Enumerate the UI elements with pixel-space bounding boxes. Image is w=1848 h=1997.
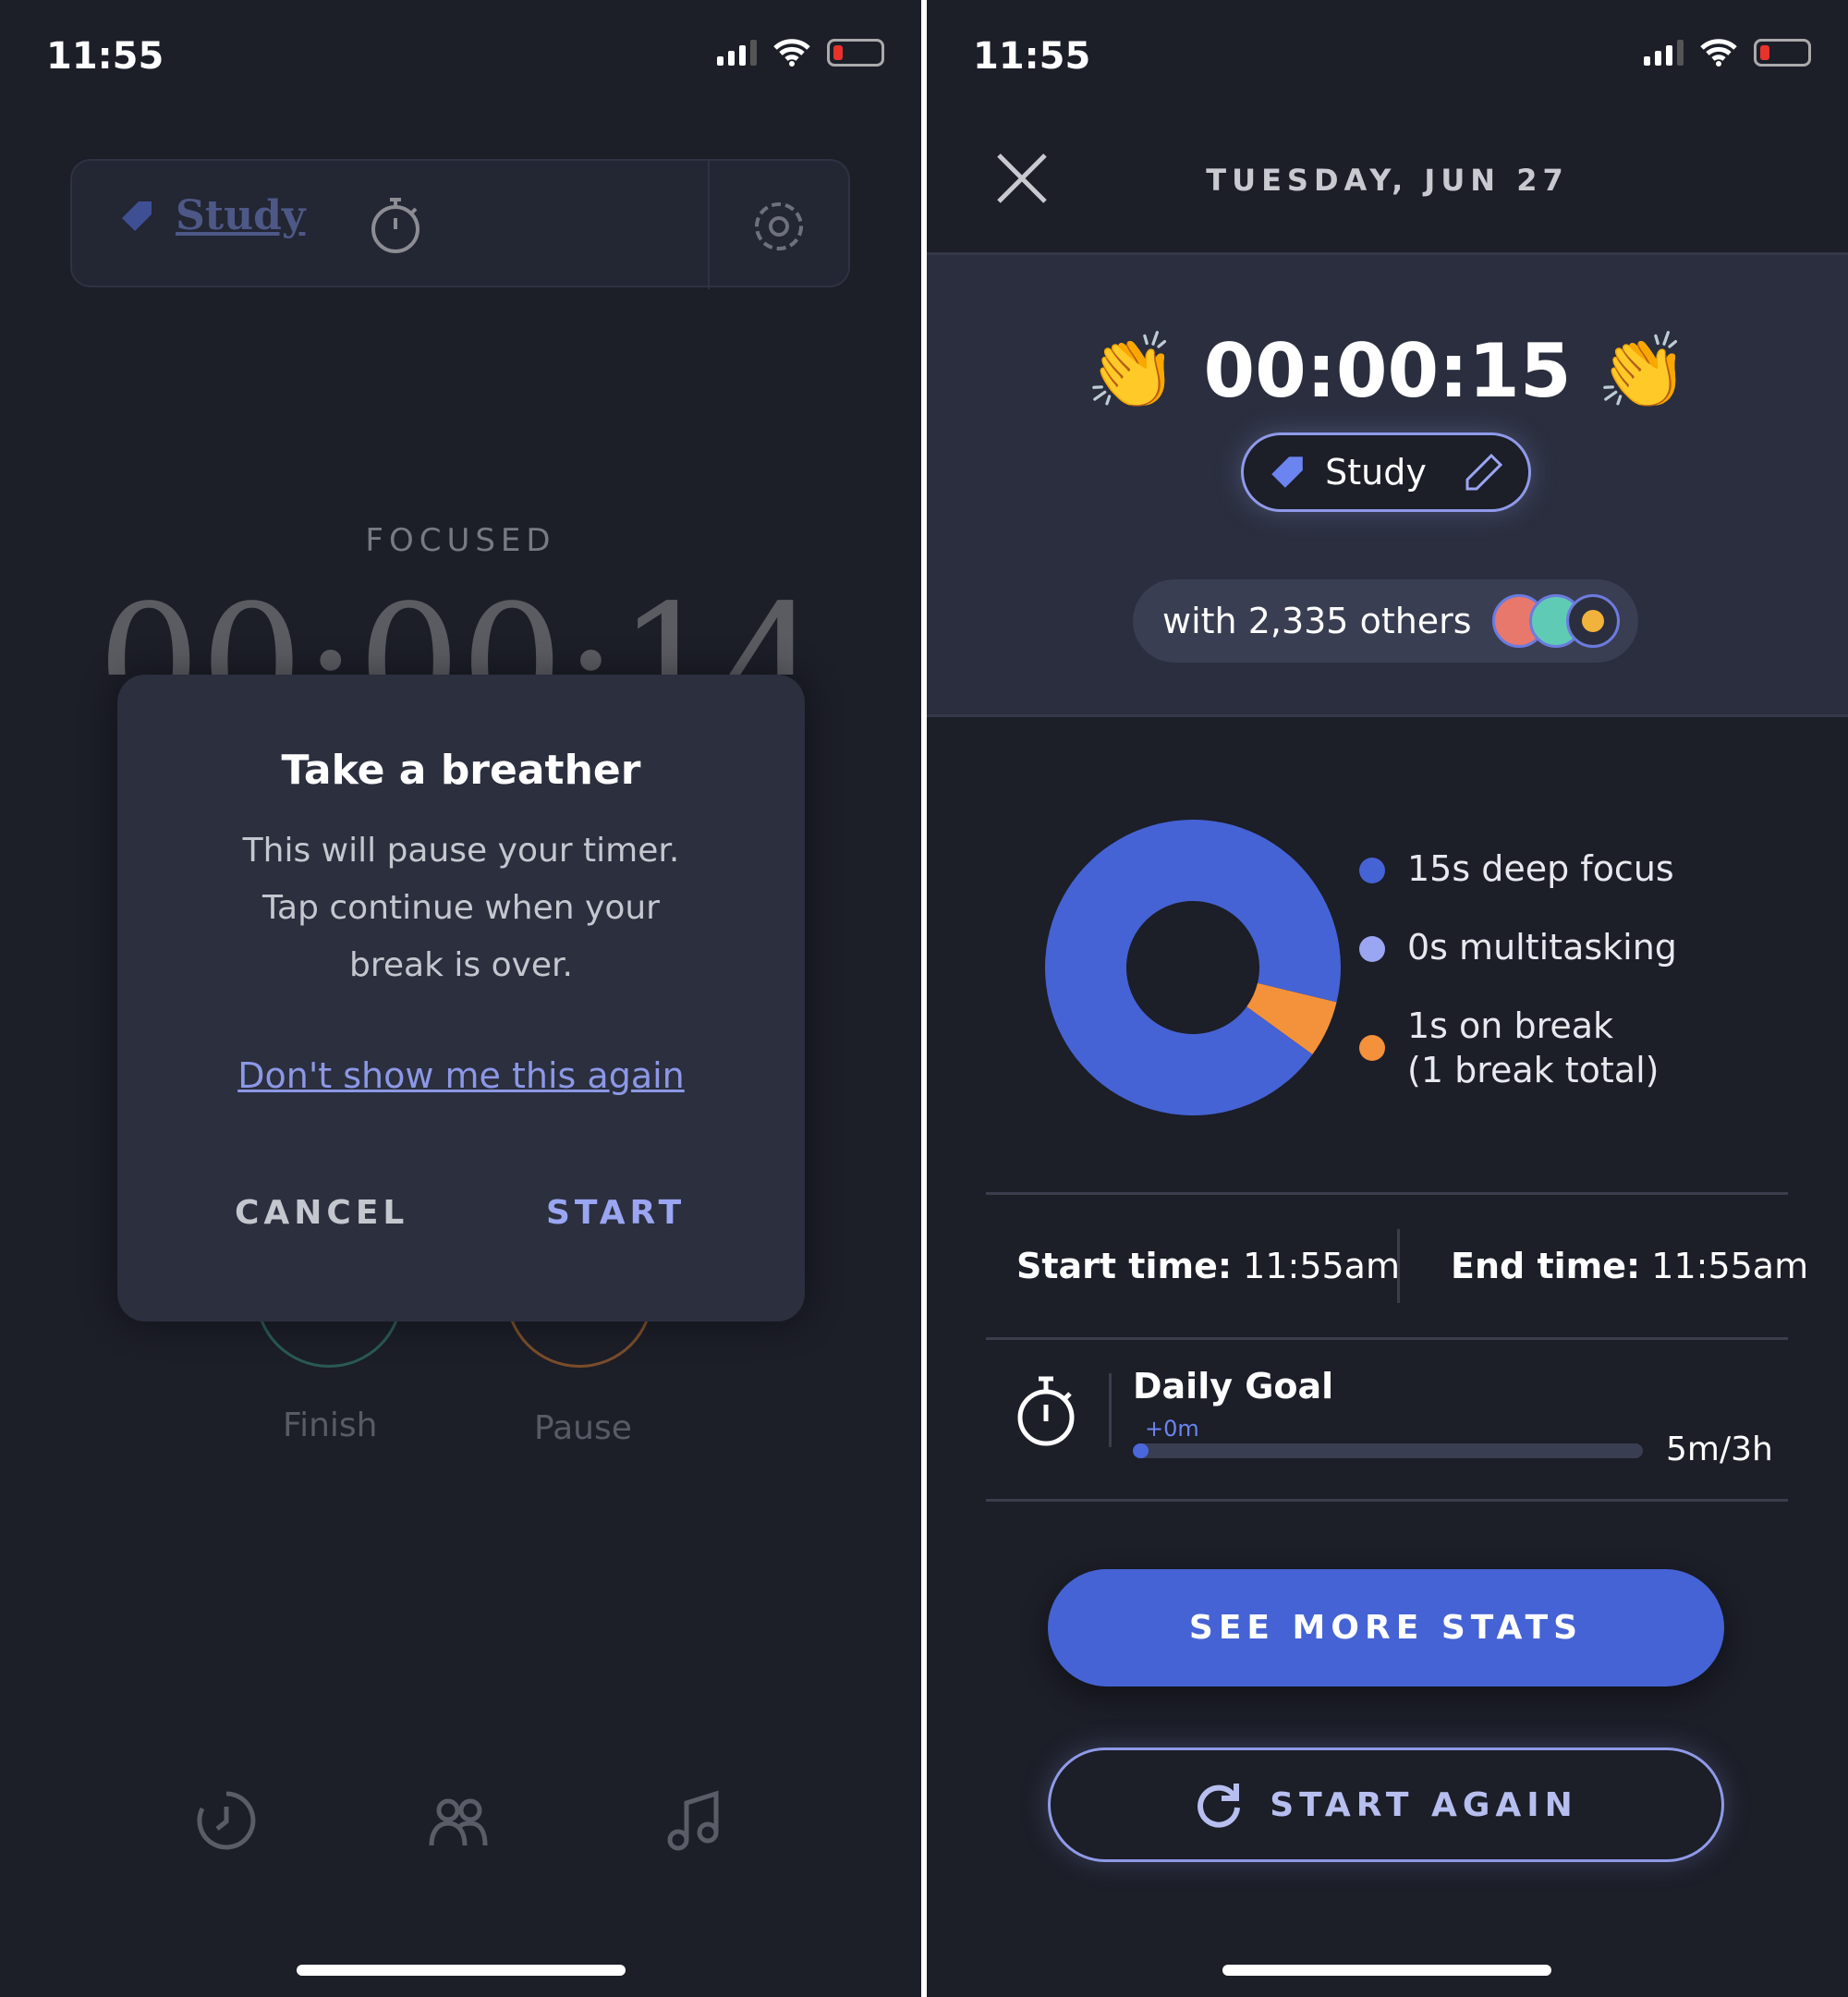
tag-selector[interactable]: Study — [118, 192, 305, 239]
status-time: 11:55 — [46, 35, 164, 78]
body-line: This will pause your timer. — [242, 832, 680, 870]
start-again-button[interactable]: START AGAIN — [1048, 1747, 1724, 1862]
clap-icon: 👏 — [1597, 328, 1689, 414]
progress-fill — [1133, 1443, 1149, 1458]
dialog-body: This will pause your timer. Tap continue… — [117, 822, 805, 994]
music-icon[interactable] — [662, 1788, 726, 1853]
dialog-title: Take a breather — [281, 747, 641, 794]
status-time: 11:55 — [973, 35, 1091, 78]
stopwatch-icon — [1017, 1376, 1075, 1446]
signal-icon — [1644, 40, 1684, 66]
gear-icon[interactable] — [747, 194, 811, 259]
battery-icon — [1754, 39, 1811, 67]
finish-label[interactable]: Finish — [283, 1406, 377, 1444]
goal-progress-text: 5m/3h — [1666, 1431, 1773, 1468]
history-icon[interactable] — [194, 1788, 259, 1853]
status-icons — [717, 39, 884, 67]
start-button[interactable]: START — [546, 1194, 686, 1232]
legend-dot — [1359, 1035, 1385, 1061]
others-count-pill[interactable]: with 2,335 others — [1133, 579, 1638, 663]
wifi-icon — [773, 39, 810, 67]
divider — [986, 1337, 1788, 1340]
tag-icon — [122, 201, 152, 231]
divider — [986, 1192, 1788, 1195]
session-duration: 👏 00:00:15 👏 — [927, 328, 1848, 415]
body-line: Tap continue when your — [262, 889, 660, 927]
daily-goal-progress — [1133, 1443, 1643, 1458]
signal-icon — [717, 40, 757, 66]
button-label: START AGAIN — [1270, 1785, 1578, 1824]
wifi-icon — [1700, 39, 1737, 67]
cancel-button[interactable]: CANCEL — [235, 1194, 408, 1232]
legend-text: 15s deep focus — [1407, 848, 1674, 889]
start-time: Start time: 11:55am — [1016, 1246, 1400, 1286]
tag-label: Study — [1325, 452, 1427, 493]
clap-icon: 👏 — [1086, 328, 1178, 414]
session-header: Study — [70, 159, 850, 289]
duration-text: 00:00:15 — [1203, 328, 1572, 414]
focus-screen: 11:55 Study FOCUSED 00:00:14 Finish Paus… — [0, 0, 921, 1997]
breather-dialog: Take a breather This will pause your tim… — [117, 675, 805, 1321]
legend-dot — [1359, 858, 1385, 883]
session-donut-chart — [1045, 820, 1341, 1115]
refresh-icon — [1198, 1784, 1241, 1828]
legend-item: 1s on break (1 break total) — [1359, 1004, 1660, 1092]
focus-timer: 00:00:14 — [97, 573, 824, 675]
stopwatch-icon[interactable] — [368, 194, 429, 255]
see-more-stats-button[interactable]: SEE MORE STATS — [1048, 1569, 1724, 1686]
donut-slice-deep-focus — [1045, 820, 1341, 1115]
goal-delta: +0m — [1145, 1416, 1199, 1442]
divider — [1109, 1373, 1112, 1447]
body-line: break is over. — [349, 946, 573, 984]
others-text: with 2,335 others — [1162, 601, 1472, 641]
friends-icon[interactable] — [426, 1788, 491, 1853]
avatar-group — [1491, 594, 1620, 648]
avatar — [1565, 594, 1620, 648]
tag-label: Study — [176, 192, 306, 239]
state-label: FOCUSED — [365, 522, 556, 559]
legend-text: 0s multitasking — [1407, 927, 1677, 968]
daily-goal-title: Daily Goal — [1133, 1366, 1334, 1406]
pause-label[interactable]: Pause — [534, 1409, 632, 1447]
end-time: End time: 11:55am — [1451, 1246, 1808, 1286]
home-indicator — [1222, 1965, 1551, 1976]
session-summary-screen: 11:55 TUESDAY, JUN 27 👏 00:00:15 👏 Study… — [927, 0, 1848, 1997]
end-time-label: End time: — [1451, 1246, 1641, 1286]
session-date: TUESDAY, JUN 27 — [1206, 163, 1569, 198]
dont-show-again-link[interactable]: Don't show me this again — [117, 1055, 805, 1096]
status-icons — [1644, 39, 1811, 67]
start-time-value: 11:55am — [1232, 1246, 1400, 1286]
divider — [986, 1499, 1788, 1502]
legend-item: 15s deep focus — [1359, 846, 1674, 891]
tag-pill[interactable]: Study — [1241, 432, 1531, 512]
legend-item: 0s multitasking — [1359, 925, 1677, 969]
legend-subtext: (1 break total) — [1407, 1050, 1660, 1090]
divider — [1397, 1229, 1400, 1303]
home-indicator — [297, 1965, 626, 1976]
legend-dot — [1359, 936, 1385, 962]
button-label: SEE MORE STATS — [1188, 1609, 1584, 1647]
battery-icon — [827, 39, 884, 67]
start-time-label: Start time: — [1016, 1246, 1233, 1286]
pencil-icon[interactable] — [1464, 452, 1504, 493]
tag-icon — [1271, 457, 1303, 488]
end-time-value: 11:55am — [1640, 1246, 1809, 1286]
legend-text: 1s on break — [1407, 1005, 1614, 1046]
